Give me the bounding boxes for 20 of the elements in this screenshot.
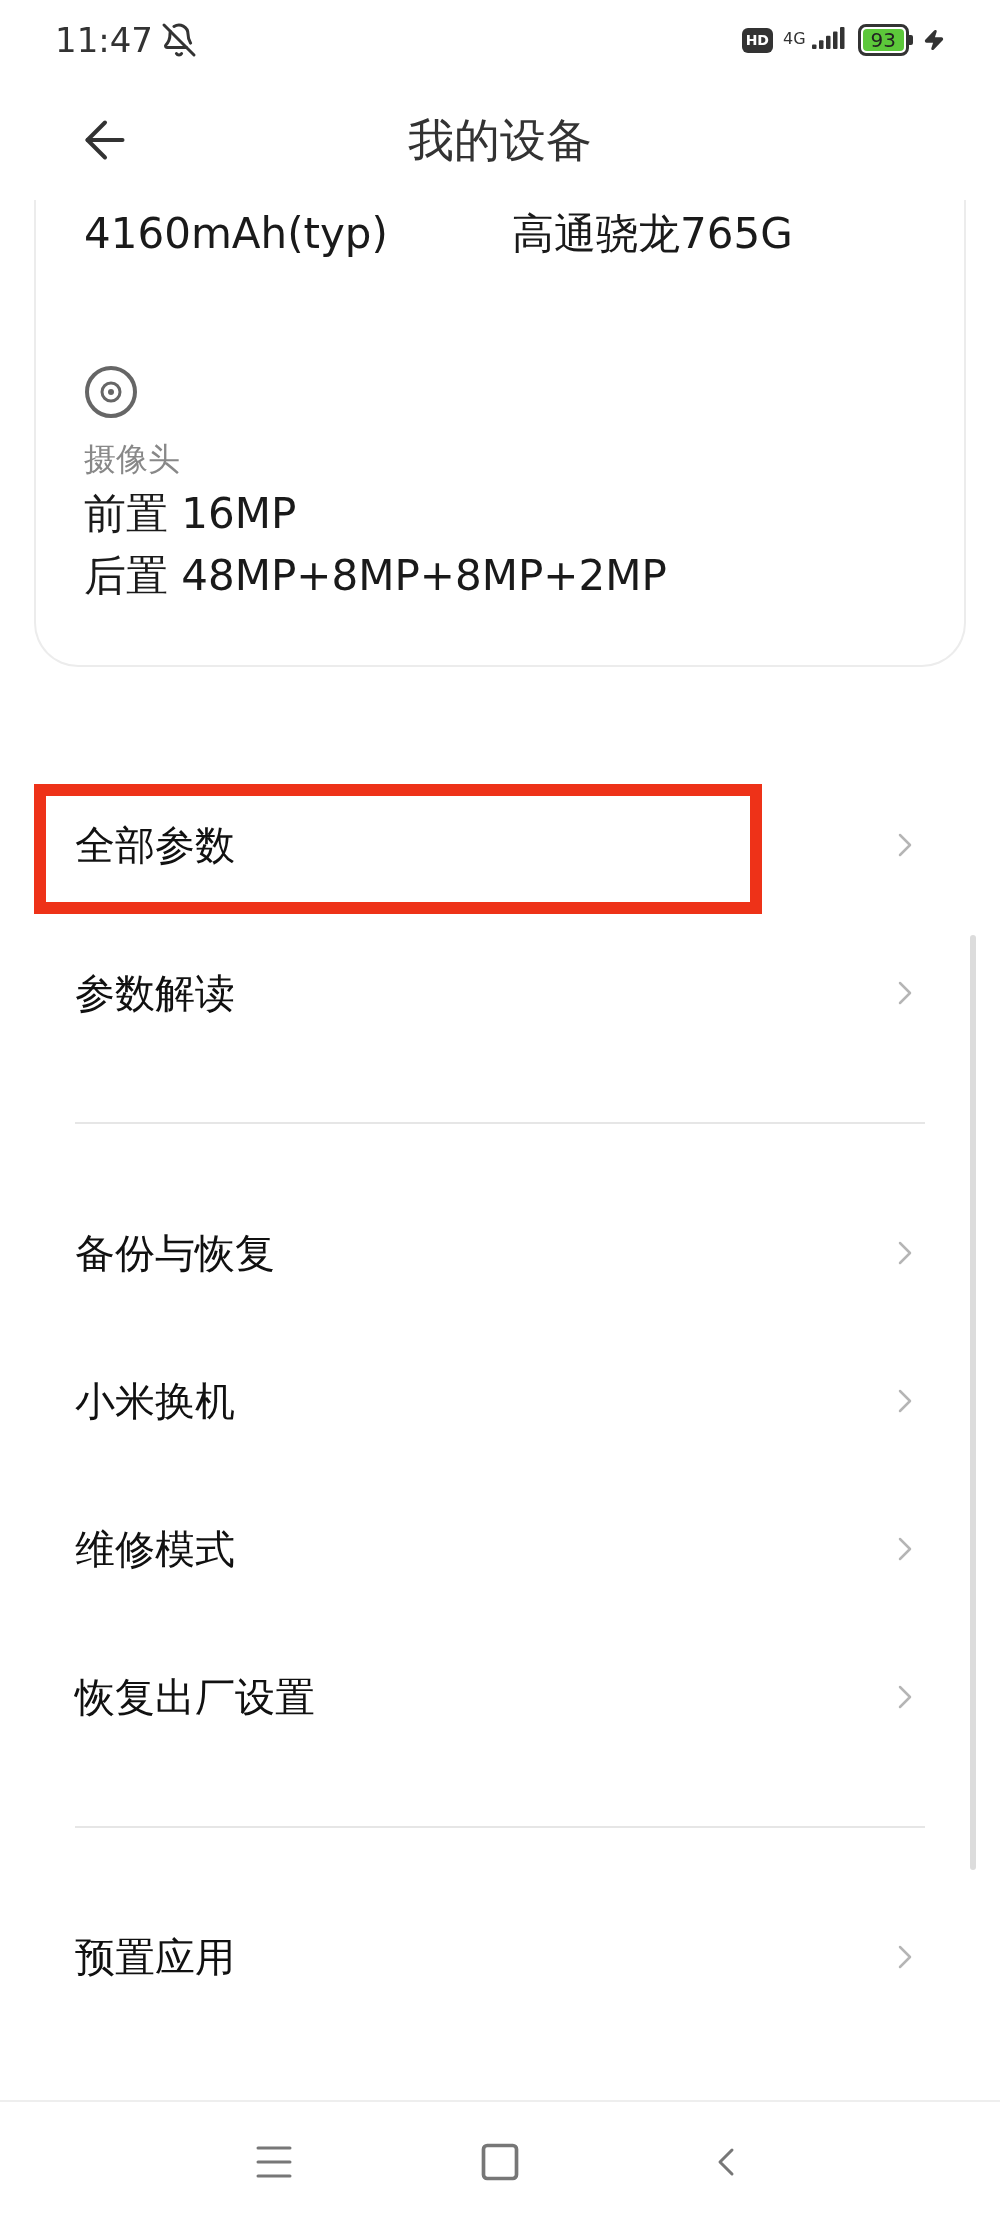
camera-spec: 后置 48MP+8MP+8MP+2MP xyxy=(84,550,668,602)
spec-value: 4160mAh(typ) xyxy=(84,208,389,260)
menu-item[interactable]: 参数解读 xyxy=(0,919,1000,1067)
hd-badge: HD xyxy=(741,27,773,53)
camera-spec: 前置 16MP xyxy=(84,488,298,540)
charging-icon xyxy=(923,29,945,51)
status-time: 11:47 xyxy=(55,18,153,62)
menu-item[interactable]: 全部参数 xyxy=(0,771,1000,919)
menu-item[interactable]: 维修模式 xyxy=(0,1475,1000,1623)
menu-item[interactable]: 备份与恢复 xyxy=(0,1179,1000,1327)
menu-item[interactable]: 恢复出厂设置 xyxy=(0,1623,1000,1771)
network-type: 4G xyxy=(782,28,806,50)
menu-item[interactable]: 预置应用 xyxy=(0,1883,1000,2031)
camera-label: 摄像头 xyxy=(84,439,181,480)
menu-item[interactable]: 小米换机 xyxy=(0,1327,1000,1475)
spec-value: 高通骁龙765G xyxy=(512,208,793,260)
page-title: 我的设备 xyxy=(408,111,592,169)
bell-off-icon xyxy=(161,22,197,58)
camera-icon xyxy=(84,365,138,419)
battery-indicator: 93 xyxy=(857,24,913,56)
